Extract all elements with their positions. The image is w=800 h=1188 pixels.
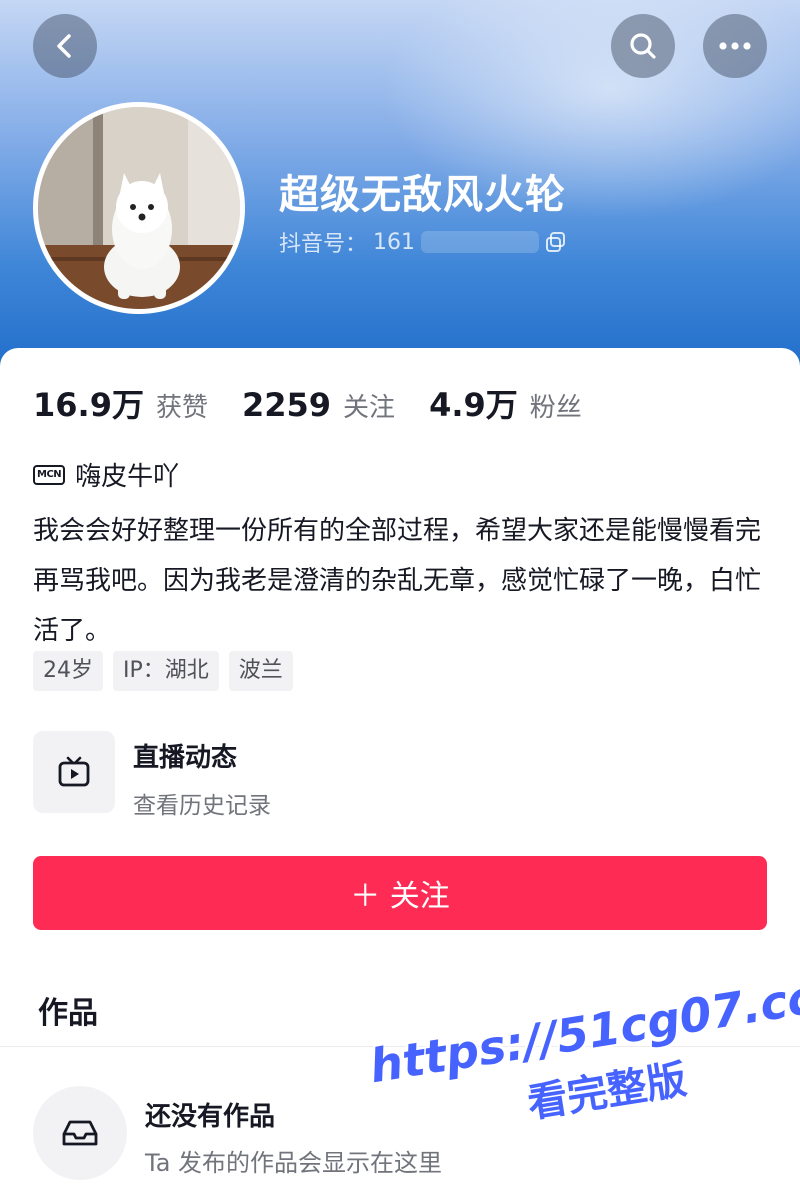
stat-label: 粉丝 [529, 393, 582, 423]
stat-value: 4.9万 [429, 386, 518, 424]
works-tab-title[interactable]: 作品 [38, 988, 98, 1032]
mcn-name: 嗨皮牛吖 [75, 462, 180, 492]
tag-location: 波兰 [228, 651, 293, 691]
avatar-dog-photo [38, 107, 240, 309]
nickname: 超级无敌风火轮 [279, 172, 566, 218]
douyin-id-value: 161 [373, 229, 416, 255]
stat-label: 获赞 [155, 393, 208, 423]
stat-label: 关注 [343, 393, 396, 423]
inbox-icon [62, 1120, 98, 1146]
mcn-row[interactable]: MCN 嗨皮牛吖 [33, 456, 179, 493]
mcn-badge: MCN [33, 464, 66, 485]
stat-followers[interactable]: 4.9万 粉丝 [429, 380, 582, 426]
stats-row: 16.9万 获赞 2259 关注 4.9万 粉丝 [33, 380, 616, 426]
more-dots-icon [719, 42, 751, 50]
douyin-id-label: 抖音号： [279, 232, 368, 257]
copy-icon[interactable] [545, 231, 567, 253]
avatar[interactable] [33, 102, 245, 314]
back-button[interactable] [33, 14, 97, 78]
tag-ip: IP：湖北 [113, 651, 219, 691]
bio-text: 我会会好好整理一份所有的全部过程，希望大家还是能慢慢看完再骂我吧。因为我老是澄清… [33, 516, 762, 646]
empty-icon-circle [33, 1086, 127, 1180]
stat-value: 2259 [241, 386, 332, 424]
search-icon [630, 33, 656, 59]
search-button[interactable] [611, 14, 675, 78]
douyin-id-mask [421, 231, 540, 253]
live-history-entry[interactable]: 直播动态 查看历史记录 [33, 731, 773, 819]
tags-row: 24岁 IP：湖北 波兰 [33, 651, 293, 691]
douyin-id-row: 抖音号： 161 [279, 226, 567, 258]
profile-header: 超级无敌风火轮 抖音号： 161 [0, 0, 800, 380]
more-button[interactable] [703, 14, 767, 78]
live-title: 直播动态 [133, 743, 238, 773]
tag-age: 24岁 [33, 651, 103, 691]
live-subtitle: 查看历史记录 [133, 793, 271, 819]
stat-value: 16.9万 [33, 386, 144, 424]
stat-following[interactable]: 2259 关注 [242, 386, 395, 424]
stat-likes[interactable]: 16.9万 获赞 [33, 380, 208, 426]
back-arrow-icon [57, 34, 71, 58]
live-icon-box [33, 731, 115, 813]
tv-icon [58, 756, 90, 787]
follow-button[interactable]: ＋ 关注 [33, 856, 767, 930]
live-text: 直播动态 查看历史记录 [133, 731, 271, 819]
